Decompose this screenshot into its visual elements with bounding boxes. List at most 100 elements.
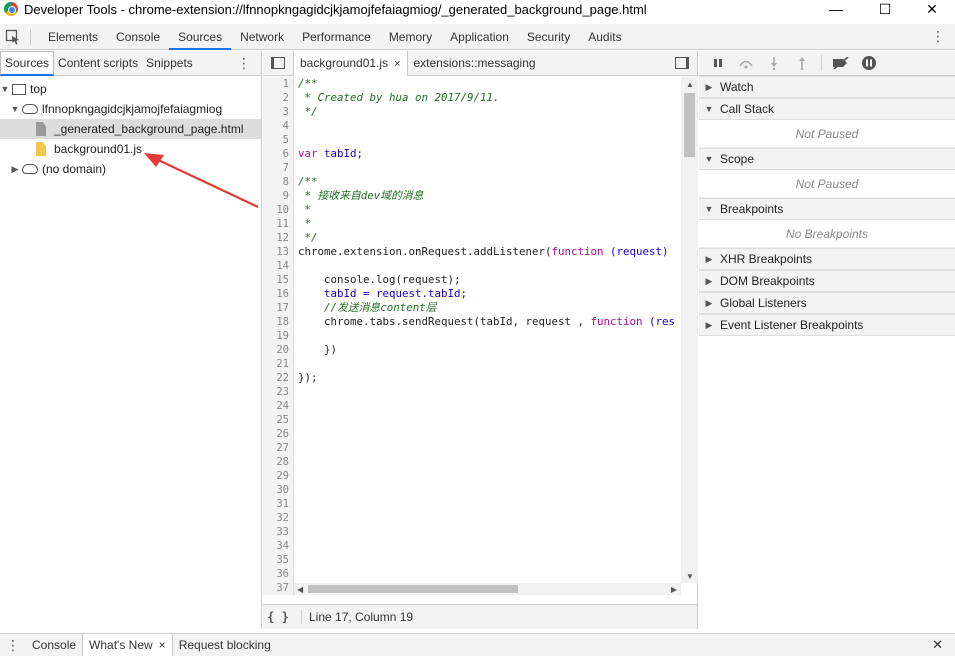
scroll-down-icon[interactable]: ▼ — [686, 572, 694, 581]
line-number[interactable]: 21 — [263, 357, 293, 371]
line-number[interactable]: 3 — [263, 105, 293, 119]
collapse-arrow-icon[interactable]: ▶ — [10, 164, 20, 175]
navtab-content-scripts[interactable]: Content scripts — [54, 51, 142, 76]
step-over-icon[interactable] — [737, 54, 755, 72]
line-number[interactable]: 8 — [263, 175, 293, 189]
scroll-up-icon[interactable]: ▲ — [686, 80, 694, 89]
line-number[interactable]: 17 — [263, 301, 293, 315]
drawer-tab-request-blocking[interactable]: Request blocking — [173, 634, 277, 656]
line-number[interactable]: 7 — [263, 161, 293, 175]
tab-security[interactable]: Security — [518, 24, 579, 50]
drawer-tab-console[interactable]: Console — [26, 634, 82, 656]
section-dom-breakpoints[interactable]: ▶ DOM Breakpoints — [699, 270, 955, 292]
line-number[interactable]: 2 — [263, 91, 293, 105]
line-number[interactable]: 34 — [263, 539, 293, 553]
tab-network[interactable]: Network — [231, 24, 293, 50]
line-number[interactable]: 27 — [263, 441, 293, 455]
line-number[interactable]: 28 — [263, 455, 293, 469]
line-number[interactable]: 24 — [263, 399, 293, 413]
section-global-listeners[interactable]: ▶ Global Listeners — [699, 292, 955, 314]
scroll-left-icon[interactable]: ◀ — [297, 585, 303, 594]
line-number[interactable]: 30 — [263, 483, 293, 497]
expand-arrow-icon[interactable]: ▼ — [10, 104, 20, 114]
line-number[interactable]: 11 — [263, 217, 293, 231]
navtab-sources[interactable]: Sources — [0, 50, 55, 76]
code-line: var tabId; — [298, 147, 364, 160]
pretty-print-button[interactable]: { } — [263, 610, 293, 624]
expand-arrow-icon[interactable]: ▼ — [0, 84, 10, 94]
editor-tab-messaging[interactable]: extensions::messaging — [408, 51, 542, 76]
line-number[interactable]: 15 — [263, 273, 293, 287]
section-event-listener-breakpoints[interactable]: ▶ Event Listener Breakpoints — [699, 314, 955, 336]
line-number[interactable]: 32 — [263, 511, 293, 525]
line-number[interactable]: 4 — [263, 119, 293, 133]
tab-elements[interactable]: Elements — [39, 24, 107, 50]
tab-console[interactable]: Console — [107, 24, 169, 50]
scrollbar-thumb[interactable] — [684, 93, 695, 157]
step-out-icon[interactable] — [793, 54, 811, 72]
pause-icon[interactable] — [709, 54, 727, 72]
navtab-snippets[interactable]: Snippets — [142, 51, 197, 76]
inspect-element-icon[interactable] — [2, 24, 24, 50]
line-number[interactable]: 19 — [263, 329, 293, 343]
close-tab-icon[interactable]: × — [159, 638, 166, 652]
tab-performance[interactable]: Performance — [293, 24, 380, 50]
vertical-scrollbar[interactable]: ▲ ▼ — [681, 77, 698, 583]
line-number[interactable]: 22 — [263, 371, 293, 385]
line-number[interactable]: 14 — [263, 259, 293, 273]
horizontal-scrollbar[interactable]: ◀ ▶ — [294, 583, 681, 595]
tree-item-top[interactable]: ▼ top — [0, 79, 261, 99]
tab-sources[interactable]: Sources — [169, 24, 232, 50]
line-number[interactable]: 13 — [263, 245, 293, 259]
line-number[interactable]: 36 — [263, 567, 293, 581]
file-icon — [36, 122, 46, 136]
section-call-stack[interactable]: ▼ Call Stack — [699, 98, 955, 120]
line-number[interactable]: 6 — [263, 147, 293, 161]
tree-item-generated-page[interactable]: _generated_background_page.html — [0, 119, 261, 139]
line-number[interactable]: 18 — [263, 315, 293, 329]
pause-on-exceptions-icon[interactable] — [860, 54, 878, 72]
line-number[interactable]: 29 — [263, 469, 293, 483]
tab-application[interactable]: Application — [441, 24, 518, 50]
line-number[interactable]: 1 — [263, 77, 293, 91]
line-number[interactable]: 23 — [263, 385, 293, 399]
line-number[interactable]: 33 — [263, 525, 293, 539]
toolbar-divider — [30, 28, 31, 45]
maximize-button[interactable]: ☐ — [862, 0, 908, 18]
minimize-button[interactable]: — — [813, 0, 859, 18]
line-number[interactable]: 35 — [263, 553, 293, 567]
drawer-tab-whats-new[interactable]: What's New × — [82, 633, 173, 656]
line-number[interactable]: 25 — [263, 413, 293, 427]
line-number[interactable]: 26 — [263, 427, 293, 441]
tree-item-extension-origin[interactable]: ▼ lfnnopkngagidcjkjamojfefaiagmiog — [0, 99, 261, 119]
section-breakpoints[interactable]: ▼ Breakpoints — [699, 198, 955, 220]
more-options-icon[interactable]: ⋮ — [931, 29, 945, 43]
line-number[interactable]: 5 — [263, 133, 293, 147]
line-number[interactable]: 16 — [263, 287, 293, 301]
toggle-debugger-icon[interactable] — [675, 57, 689, 69]
toggle-navigator-icon[interactable] — [263, 57, 293, 69]
line-number[interactable]: 12 — [263, 231, 293, 245]
line-number[interactable]: 20 — [263, 343, 293, 357]
code-line: * Created by hua on 2017/9/11. — [298, 91, 500, 104]
code-content[interactable]: /** * Created by hua on 2017/9/11. */ va… — [298, 77, 681, 595]
close-window-button[interactable]: ✕ — [909, 0, 955, 18]
deactivate-breakpoints-icon[interactable] — [832, 54, 850, 72]
close-tab-icon[interactable]: × — [394, 58, 400, 70]
section-watch[interactable]: ▶ Watch — [699, 76, 955, 98]
section-xhr-breakpoints[interactable]: ▶ XHR Breakpoints — [699, 248, 955, 270]
tab-memory[interactable]: Memory — [380, 24, 441, 50]
tab-audits[interactable]: Audits — [579, 24, 630, 50]
step-into-icon[interactable] — [765, 54, 783, 72]
line-number[interactable]: 9 — [263, 189, 293, 203]
scroll-right-icon[interactable]: ▶ — [671, 585, 677, 594]
drawer-menu-icon[interactable]: ⋮ — [0, 637, 26, 654]
line-number[interactable]: 31 — [263, 497, 293, 511]
line-number[interactable]: 10 — [263, 203, 293, 217]
navigator-more-icon[interactable]: ⋮ — [237, 55, 251, 72]
section-scope[interactable]: ▼ Scope — [699, 148, 955, 170]
editor-tab-background01[interactable]: background01.js × — [293, 50, 408, 76]
close-drawer-icon[interactable]: ✕ — [932, 637, 943, 653]
line-number[interactable]: 37 — [263, 581, 293, 595]
scrollbar-thumb[interactable] — [308, 585, 518, 593]
